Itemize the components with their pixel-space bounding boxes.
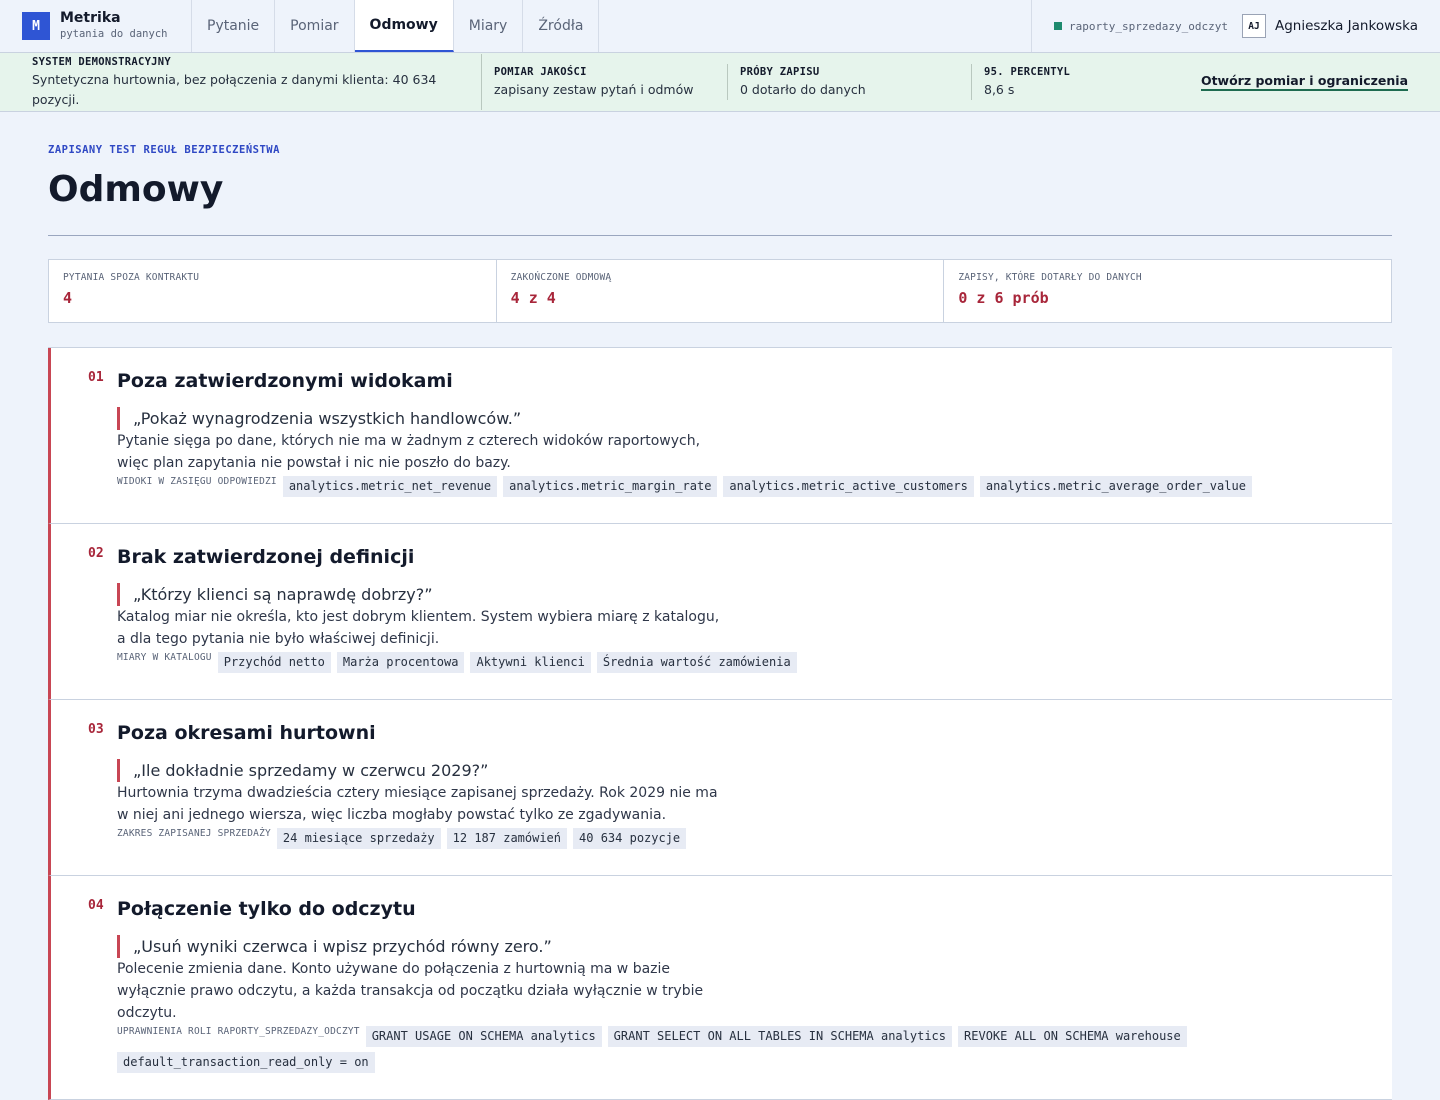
tag-chip: REVOKE ALL ON SCHEMA warehouse: [958, 1026, 1187, 1047]
refusal-number: 03: [88, 722, 104, 737]
refusal-description: Hurtownia trzyma dwadzieścia cztery mies…: [117, 785, 718, 823]
banner-label: 95. PERCENTYL: [984, 66, 1071, 78]
refusal-tags: ZAKRES ZAPISANEJ SPRZEDAŻY 24 miesiące sp…: [117, 828, 1372, 854]
tag-chip: Marża procentowa: [336, 652, 465, 673]
tag-chip: 24 miesiące sprzedaży: [276, 828, 441, 849]
tab-odmowy[interactable]: Odmowy: [354, 0, 454, 52]
top-bar: M Metrika pytania do danych Pytanie Pomi…: [0, 0, 1440, 53]
connection-indicator[interactable]: raporty_sprzedazy_odczyt: [1054, 20, 1228, 33]
stat-value: 0 z 6 prób: [958, 289, 1049, 307]
stat-value: 4 z 4: [510, 289, 556, 307]
main-tabs: Pytanie Pomiar Odmowy Miary Źródła: [192, 0, 600, 52]
refusal-quote: „Usuń wyniki czerwca i wpisz przychód ró…: [117, 935, 1372, 958]
divider: [48, 235, 1392, 236]
refusal-number: 01: [88, 370, 104, 385]
app-subtitle: pytania do danych: [60, 28, 168, 40]
banner-write-attempts: PRÓBY ZAPISU 0 dotarło do danych: [740, 64, 972, 100]
banner-label: POMIAR JAKOŚCI: [494, 66, 587, 78]
tags-label: WIDOKI W ZASIĘGU ODPOWIEDZI: [117, 476, 277, 487]
tab-zrodla[interactable]: Źródła: [523, 0, 600, 52]
avatar[interactable]: AJ: [1241, 14, 1266, 38]
tags-label: MIARY W KATALOGU: [117, 652, 212, 663]
tags-label: ZAKRES ZAPISANEJ SPRZEDAŻY: [117, 828, 271, 839]
refusal-title: Połączenie tylko do odczytu: [117, 898, 416, 920]
refusal-tags: UPRAWNIENIA ROLI RAPORTY_SPRZEDAZY_ODCZY…: [117, 1026, 1372, 1078]
connection-name: raporty_sprzedazy_odczyt: [1069, 19, 1228, 33]
tag-chip: GRANT SELECT ON ALL TABLES IN SCHEMA ana…: [607, 1026, 953, 1047]
refusal-title: Poza zatwierdzonymi widokami: [117, 370, 453, 392]
refusal-card: 01 Poza zatwierdzonymi widokami „Pokaż wyn…: [48, 348, 1392, 524]
stat-label: ZAKOŃCZONE ODMOWĄ: [510, 272, 612, 283]
stats-bar: PYTANIA SPOZA KONTRAKTU 4 ZAKOŃCZONE ODM…: [48, 259, 1392, 323]
page-eyebrow: ZAPISANY TEST REGUŁ BEZPIECZEŃSTWA: [48, 144, 280, 156]
refusal-quote: „Pokaż wynagrodzenia wszystkich handlowc…: [117, 407, 1372, 430]
account-area: raporty_sprzedazy_odczyt AJ Agnieszka Ja…: [1031, 0, 1440, 52]
banner-quality: POMIAR JAKOŚCI zapisany zestaw pytań i o…: [494, 64, 728, 100]
refusal-tags: MIARY W KATALOGU Przychód netto Marża proc…: [117, 652, 1372, 678]
tab-miary[interactable]: Miary: [454, 0, 524, 52]
banner-percentile: 95. PERCENTYL 8,6 s: [984, 64, 1184, 100]
banner-value: zapisany zestaw pytań i odmów: [494, 82, 694, 97]
page-title: Odmowy: [48, 169, 224, 210]
refusal-description: Pytanie sięga po dane, których nie ma w …: [117, 433, 701, 471]
refusal-number: 02: [88, 546, 104, 561]
brand[interactable]: M Metrika pytania do danych: [0, 0, 192, 52]
banner-system: SYSTEM DEMONSTRACYJNY Syntetyczna hurtow…: [32, 54, 482, 110]
refusal-card: 03 Poza okresami hurtowni „Ile dokładnie s…: [48, 700, 1392, 876]
tab-pytanie[interactable]: Pytanie: [192, 0, 276, 52]
refusal-title: Brak zatwierdzonej definicji: [117, 546, 415, 568]
tag-chip: analytics.metric_net_revenue: [282, 476, 498, 497]
stat-out-of-contract: PYTANIA SPOZA KONTRAKTU 4: [49, 260, 497, 322]
banner-label: PRÓBY ZAPISU: [740, 66, 820, 78]
tag-chip: 12 187 zamówień: [446, 828, 568, 849]
tag-chip: Średnia wartość zamówienia: [596, 652, 797, 673]
app-logo-icon: M: [22, 12, 50, 40]
banner-value: Syntetyczna hurtownia, bez połączenia z …: [32, 72, 437, 107]
refusal-tags: WIDOKI W ZASIĘGU ODPOWIEDZI analytics.met…: [117, 476, 1372, 502]
refusal-quote: „Ile dokładnie sprzedamy w czerwcu 2029?…: [117, 759, 1372, 782]
banner-value: 8,6 s: [984, 82, 1015, 97]
tag-chip: analytics.metric_average_order_value: [979, 476, 1252, 497]
refusal-list: 01 Poza zatwierdzonymi widokami „Pokaż wyn…: [48, 347, 1392, 1100]
tags-label: UPRAWNIENIA ROLI RAPORTY_SPRZEDAZY_ODCZY…: [117, 1026, 360, 1037]
refusal-number: 04: [88, 898, 104, 913]
stat-value: 4: [63, 289, 73, 307]
tag-chip: Przychód netto: [217, 652, 331, 673]
stat-writes-reached: ZAPISY, KTÓRE DOTARŁY DO DANYCH 0 z 6 pr…: [944, 260, 1391, 322]
refusal-quote: „Którzy klienci są naprawdę dobrzy?”: [117, 583, 1372, 606]
tag-chip: analytics.metric_margin_rate: [503, 476, 718, 497]
tag-chip: GRANT USAGE ON SCHEMA analytics: [365, 1026, 602, 1047]
refusal-card: 04 Połączenie tylko do odczytu „Usuń wynik…: [48, 876, 1392, 1100]
banner-value: 0 dotarło do danych: [740, 82, 866, 97]
tab-pomiar[interactable]: Pomiar: [275, 0, 355, 52]
connection-status-icon: [1054, 22, 1063, 30]
stat-refused: ZAKOŃCZONE ODMOWĄ 4 z 4: [497, 260, 945, 322]
tag-chip: default_transaction_read_only = on: [117, 1052, 375, 1073]
banner-label: SYSTEM DEMONSTRACYJNY: [32, 56, 172, 68]
app-name: Metrika: [60, 10, 121, 26]
stat-label: ZAPISY, KTÓRE DOTARŁY DO DANYCH: [958, 272, 1142, 283]
tag-chip: 40 634 pozycje: [573, 828, 687, 849]
user-name[interactable]: Agnieszka Jankowska: [1275, 18, 1418, 34]
status-banner: SYSTEM DEMONSTRACYJNY Syntetyczna hurtow…: [0, 53, 1440, 112]
refusal-title: Poza okresami hurtowni: [117, 722, 376, 744]
refusal-card: 02 Brak zatwierdzonej definicji „Którzy kl…: [48, 524, 1392, 700]
tag-chip: analytics.metric_active_customers: [723, 476, 974, 497]
stat-label: PYTANIA SPOZA KONTRAKTU: [63, 272, 200, 283]
refusal-description: Katalog miar nie określa, kto jest dobry…: [117, 609, 720, 647]
tag-chip: Aktywni klienci: [470, 652, 591, 673]
open-measurement-link[interactable]: Otwórz pomiar i ograniczenia: [1200, 73, 1408, 91]
refusal-description: Polecenie zmienia dane. Konto używane do…: [117, 961, 704, 1021]
main-content: ZAPISANY TEST REGUŁ BEZPIECZEŃSTWA Odmow…: [0, 144, 1440, 1100]
